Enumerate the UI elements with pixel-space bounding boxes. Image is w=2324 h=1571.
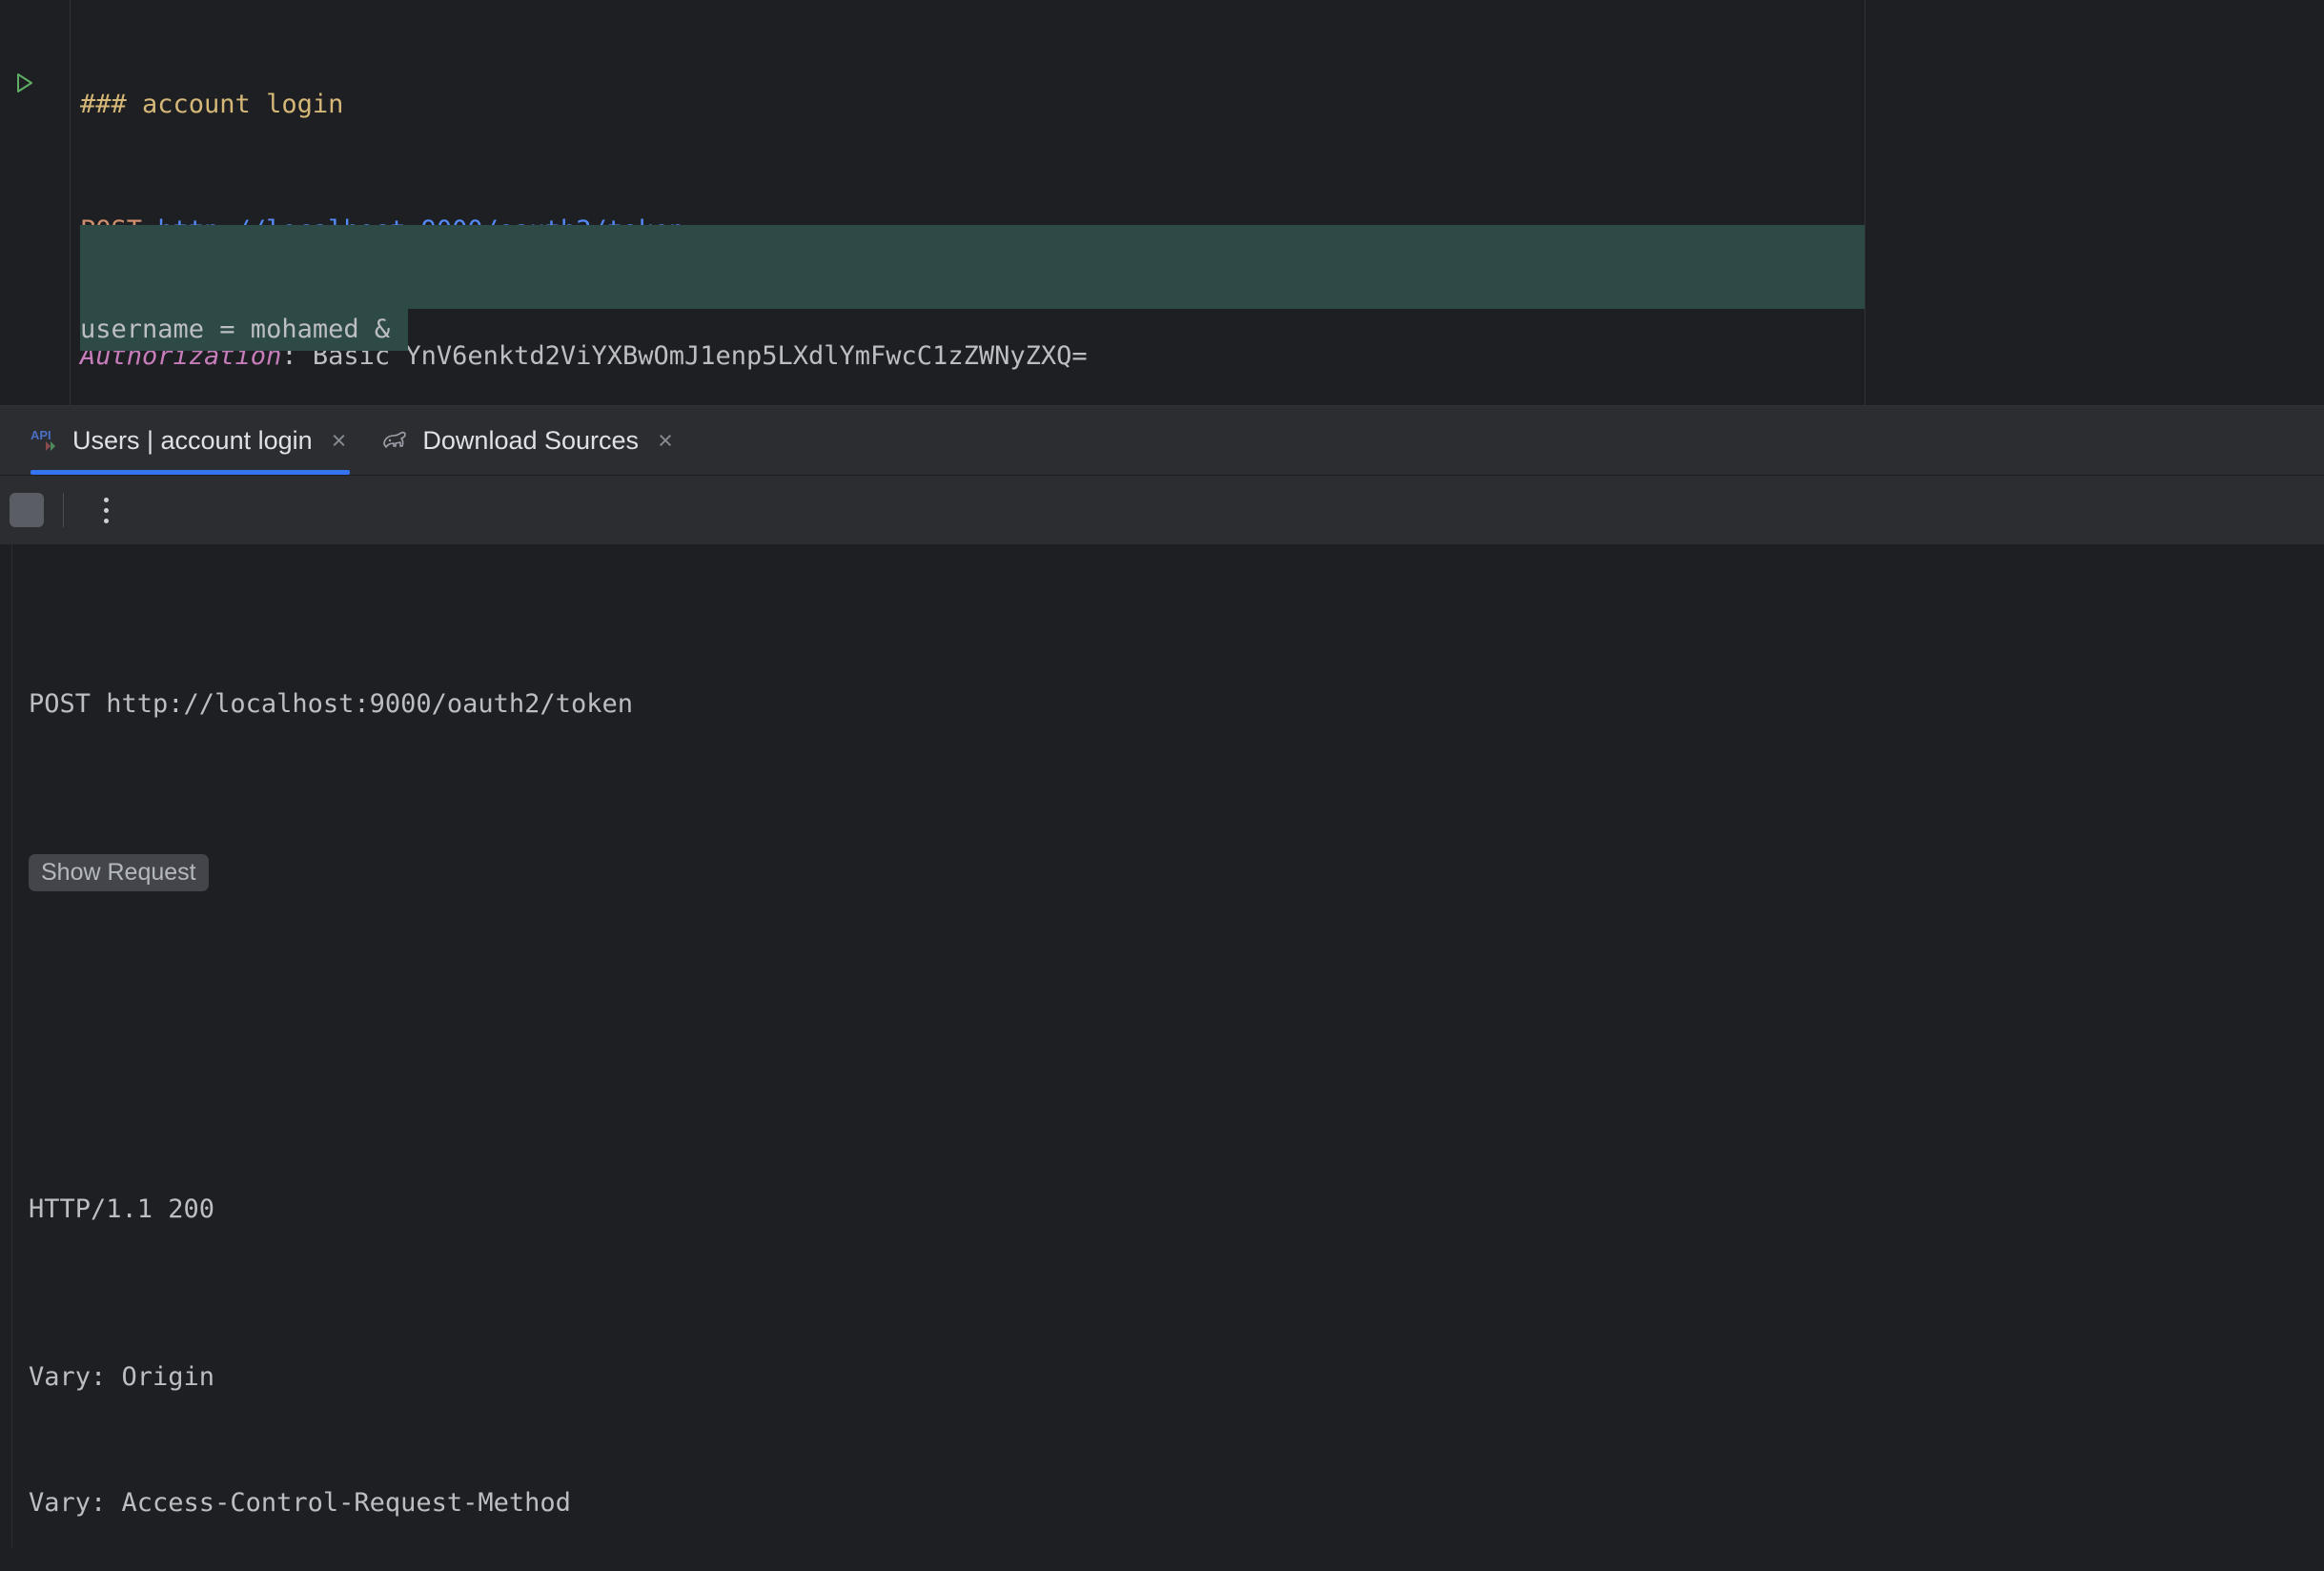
gradle-elephant-icon (380, 426, 409, 455)
toolbar-divider (63, 493, 64, 527)
tab-download-sources[interactable]: Download Sources × (363, 406, 689, 475)
request-body-lines: username = mohamed & password = P@s$word… (80, 225, 452, 405)
color-swatch-icon[interactable] (10, 493, 44, 527)
api-file-icon: API (31, 426, 59, 455)
comment-text: ### account login (80, 90, 344, 119)
header-text: Vary: Access-Control-Request-Method (29, 1488, 571, 1518)
svg-text:API: API (31, 428, 51, 442)
status-text: HTTP/1.1 200 (29, 1194, 215, 1224)
tab-users-account-login[interactable]: API Users | account login × (13, 406, 363, 475)
response-viewer[interactable]: POST http://localhost:9000/oauth2/token … (0, 544, 2324, 1547)
kebab-dot (103, 507, 109, 513)
kebab-dot (103, 518, 109, 523)
request-line-text: POST http://localhost:9000/oauth2/token (29, 689, 633, 719)
response-toolbar (0, 475, 2324, 544)
response-request-line: POST http://localhost:9000/oauth2/token (29, 683, 2324, 725)
body-line-username: username = mohamed & (80, 309, 452, 351)
editor-gutter (0, 0, 71, 405)
gutter-divider (70, 0, 71, 405)
kebab-dot (103, 497, 109, 502)
show-request-button[interactable]: Show Request (29, 854, 209, 891)
header-text: Vary: Origin (29, 1362, 215, 1392)
tab-label: Users | account login (72, 425, 313, 455)
close-icon[interactable]: × (658, 427, 673, 454)
run-triangle-icon[interactable] (10, 69, 38, 97)
body-text: username = mohamed & (80, 315, 391, 344)
more-options-icon[interactable] (89, 493, 123, 527)
tab-label: Download Sources (422, 425, 640, 455)
response-gutter (0, 544, 12, 1547)
response-status-line: HTTP/1.1 200 (29, 1189, 2324, 1231)
response-tab-bar: API Users | account login × Download Sou… (0, 406, 2324, 475)
tab-bar-left-stub (0, 406, 13, 475)
response-header-line: Vary: Origin (29, 1357, 2324, 1398)
response-header-line: Vary: Access-Control-Request-Method (29, 1482, 2324, 1524)
show-request-row: Show Request (29, 851, 2324, 895)
close-icon[interactable]: × (332, 427, 347, 454)
response-text: POST http://localhost:9000/oauth2/token … (29, 558, 2324, 1547)
http-request-editor[interactable]: ### account login POST http://localhost:… (0, 0, 2324, 405)
comment-line: ### account login (80, 84, 2324, 126)
